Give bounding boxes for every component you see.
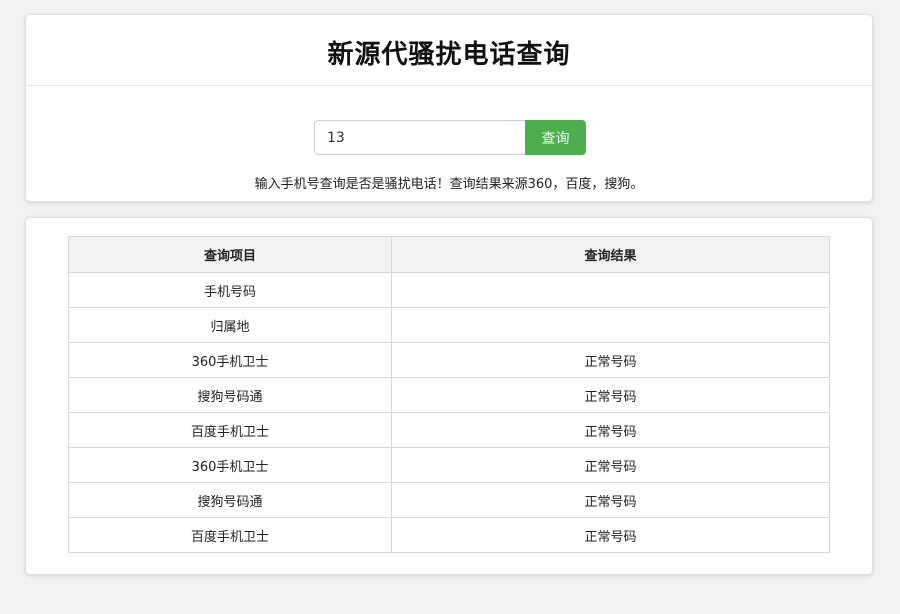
row-item: 搜狗号码通 [68, 482, 392, 518]
row-result: 正常号码 [391, 377, 830, 413]
row-result [391, 272, 830, 308]
row-result [391, 307, 830, 343]
table-row: 百度手机卫士 正常号码 [68, 517, 830, 553]
row-item: 百度手机卫士 [68, 412, 392, 448]
table-row: 搜狗号码通 正常号码 [68, 377, 830, 413]
row-result: 正常号码 [391, 447, 830, 483]
page-title: 新源代骚扰电话查询 [327, 39, 571, 70]
row-result: 正常号码 [391, 342, 830, 378]
column-header-item: 查询项目 [68, 236, 392, 273]
table-row: 360手机卫士 正常号码 [68, 447, 830, 483]
table-row: 搜狗号码通 正常号码 [68, 482, 830, 518]
row-result: 正常号码 [391, 482, 830, 518]
row-result: 正常号码 [391, 412, 830, 448]
results-panel: 查询项目 查询结果 手机号码 归属地 360手机卫士 正常号码 搜狗号码通 正常… [25, 217, 873, 575]
search-button[interactable]: 查询 [525, 120, 586, 155]
row-result: 正常号码 [391, 517, 830, 553]
table-row: 360手机卫士 正常号码 [68, 342, 830, 378]
search-form: 查询 [314, 120, 586, 155]
row-item: 搜狗号码通 [68, 377, 392, 413]
table-row: 手机号码 [68, 272, 830, 308]
phone-number-input[interactable] [314, 120, 525, 155]
table-header-row: 查询项目 查询结果 [68, 236, 830, 273]
search-panel: 新源代骚扰电话查询 查询 输入手机号查询是否是骚扰电话！查询结果来源360，百度… [25, 14, 873, 202]
row-item: 百度手机卫士 [68, 517, 392, 553]
results-table: 查询项目 查询结果 手机号码 归属地 360手机卫士 正常号码 搜狗号码通 正常… [68, 236, 830, 553]
title-bar: 新源代骚扰电话查询 [26, 15, 872, 86]
table-row: 归属地 [68, 307, 830, 343]
search-hint: 输入手机号查询是否是骚扰电话！查询结果来源360，百度，搜狗。 [254, 177, 644, 192]
row-item: 手机号码 [68, 272, 392, 308]
row-item: 360手机卫士 [68, 447, 392, 483]
table-row: 百度手机卫士 正常号码 [68, 412, 830, 448]
column-header-result: 查询结果 [391, 236, 830, 273]
row-item: 360手机卫士 [68, 342, 392, 378]
row-item: 归属地 [68, 307, 392, 343]
